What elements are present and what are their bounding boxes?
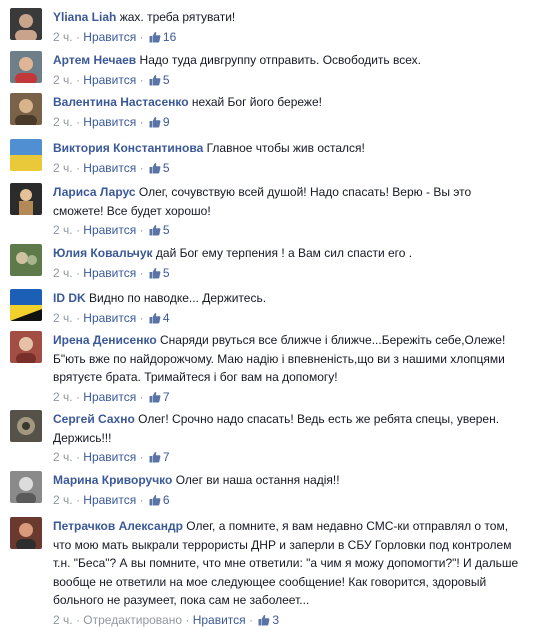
thumbs-up-icon (149, 391, 161, 403)
comment-meta: 2 ч. · Нравится · 5 (53, 265, 170, 280)
comment-meta: 2 ч. · Отредактировано · Нравится · 3 (53, 612, 280, 627)
comment-meta: 2 ч. · Нравится · 5 (53, 160, 170, 175)
thumbs-up-icon (149, 74, 161, 86)
comment-time[interactable]: 2 ч. (53, 30, 73, 44)
comment-author[interactable]: Yliana Liah (53, 10, 116, 24)
like-count[interactable]: 3 (272, 613, 279, 627)
comment-author[interactable]: Валентина Настасенко (53, 95, 189, 109)
comment-text: Надо туда дивгруппу отправить. Освободит… (139, 53, 421, 67)
comment-time[interactable]: 2 ч. (53, 223, 73, 237)
thumbs-up-icon (149, 162, 161, 174)
avatar[interactable] (10, 93, 42, 125)
comment-author[interactable]: Юлия Ковальчук (53, 246, 153, 260)
like-link[interactable]: Нравится (83, 115, 136, 129)
comment-author[interactable]: Сергей Сахно (53, 412, 135, 426)
like-link[interactable]: Нравится (83, 493, 136, 507)
avatar[interactable] (10, 410, 42, 442)
comment-meta: 2 ч. · Нравится · 5 (53, 223, 170, 237)
comment-meta: 2 ч. · Нравится · 5 (53, 72, 170, 87)
avatar[interactable] (10, 244, 42, 276)
comment-author[interactable]: Артем Нечаев (53, 53, 136, 67)
comment-time[interactable]: 2 ч. (53, 161, 73, 175)
comment-time[interactable]: 2 ч. (53, 311, 73, 325)
comment-time[interactable]: 2 ч. (53, 73, 73, 87)
comment-time[interactable]: 2 ч. (53, 266, 73, 280)
comment-meta: 2 ч. · Нравится · 6 (53, 492, 170, 507)
comment-author[interactable]: Марина Криворучко (53, 473, 172, 487)
comment-meta: 2 ч. · Нравится · 9 (53, 114, 170, 129)
thumbs-up-icon (149, 494, 161, 506)
comment-text: Олег ви наша остання надія!! (175, 473, 340, 487)
like-count[interactable]: 5 (163, 73, 170, 87)
comment-text: Видно по наводке... Держитесь. (89, 291, 267, 305)
comment-text: жах. треба рятувати! (119, 10, 236, 24)
avatar[interactable] (10, 331, 42, 363)
comment-text: Главное чтобы жив остался! (206, 141, 365, 155)
comment-text: нехай Бог його береже! (191, 95, 322, 109)
comment-author[interactable]: Ирена Денисенко (53, 333, 157, 347)
like-count[interactable]: 7 (163, 450, 170, 464)
comment-author[interactable]: Лариса Ларус (53, 185, 136, 199)
comment-time[interactable]: 2 ч. (53, 115, 73, 129)
like-link[interactable]: Нравится (83, 266, 136, 280)
thumbs-up-icon (149, 312, 161, 324)
avatar[interactable] (10, 139, 42, 171)
thumbs-up-icon (149, 31, 161, 43)
like-link[interactable]: Нравится (193, 613, 246, 627)
comment-time[interactable]: 2 ч. (53, 613, 73, 627)
comment-author[interactable]: Виктория Константинова (53, 141, 203, 155)
comment-text: дай Бог ему терпения ! а Вам сил спасти … (155, 246, 413, 260)
comment-meta: 2 ч. · Нравится · 16 (53, 29, 177, 44)
comment-meta: 2 ч. · Нравится · 7 (53, 389, 170, 404)
like-link[interactable]: Нравится (83, 450, 136, 464)
avatar[interactable] (10, 183, 42, 215)
comment-time[interactable]: 2 ч. (53, 450, 73, 464)
thumbs-up-icon (258, 614, 270, 626)
like-link[interactable]: Нравится (83, 390, 136, 404)
avatar[interactable] (10, 471, 42, 503)
like-count[interactable]: 9 (163, 115, 170, 129)
edited-label[interactable]: Отредактировано (83, 613, 182, 627)
thumbs-up-icon (149, 267, 161, 279)
like-count[interactable]: 5 (163, 266, 170, 280)
avatar[interactable] (10, 517, 42, 549)
like-link[interactable]: Нравится (83, 73, 136, 87)
like-count[interactable]: 5 (163, 223, 170, 237)
like-link[interactable]: Нравится (83, 30, 136, 44)
like-link[interactable]: Нравится (83, 223, 136, 237)
avatar[interactable] (10, 51, 42, 83)
comment-meta: 2 ч. · Нравится · 7 (53, 450, 170, 464)
like-count[interactable]: 6 (163, 493, 170, 507)
like-count[interactable]: 4 (163, 311, 170, 325)
comment-time[interactable]: 2 ч. (53, 390, 73, 404)
comment-meta: 2 ч. · Нравится · 4 (53, 310, 170, 325)
like-count[interactable]: 7 (163, 390, 170, 404)
like-count[interactable]: 16 (163, 30, 176, 44)
avatar[interactable] (10, 289, 42, 321)
like-count[interactable]: 5 (163, 161, 170, 175)
comment-author[interactable]: ID DK (53, 291, 86, 305)
thumbs-up-icon (149, 116, 161, 128)
comment-time[interactable]: 2 ч. (53, 493, 73, 507)
thumbs-up-icon (149, 451, 161, 463)
like-link[interactable]: Нравится (83, 161, 136, 175)
avatar[interactable] (10, 8, 42, 40)
comment-author[interactable]: Петрачков Александр (53, 519, 183, 533)
like-link[interactable]: Нравится (83, 311, 136, 325)
thumbs-up-icon (149, 224, 161, 236)
